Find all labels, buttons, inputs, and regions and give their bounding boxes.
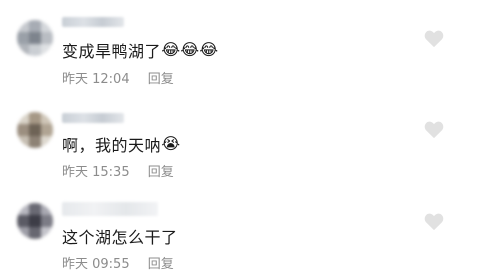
comment-text: 这个湖怎么干了 [62, 224, 178, 248]
comment-time: 昨天 09:55 [62, 257, 130, 272]
laughing-crying-emoji-icon: 😂 [199, 40, 219, 59]
heart-outline-icon[interactable] [423, 119, 445, 139]
comment-meta: 昨天 09:55 回复 [62, 253, 174, 272]
username-blurred[interactable] [62, 17, 124, 27]
reply-button[interactable]: 回复 [148, 72, 174, 87]
reply-button[interactable]: 回复 [148, 165, 174, 180]
comment-text: 变成旱鸭湖了 😂 😂 😂 [62, 38, 218, 62]
comment-meta: 昨天 12:04 回复 [62, 68, 174, 87]
comment-text: 啊，我的天呐 😭 [62, 132, 180, 156]
comment-text-content: 这个湖怎么干了 [62, 228, 178, 247]
comment-meta: 昨天 15:35 回复 [62, 161, 174, 180]
comment-time: 昨天 15:35 [62, 165, 130, 180]
comment-text-content: 变成旱鸭湖了 [62, 42, 162, 61]
comment-time: 昨天 12:04 [62, 72, 130, 87]
comment-text-content: 啊，我的天呐 [62, 136, 162, 155]
laughing-crying-emoji-icon: 😂 [180, 40, 200, 59]
reply-button[interactable]: 回复 [148, 257, 174, 272]
avatar[interactable] [17, 20, 53, 56]
heart-outline-icon[interactable] [423, 211, 445, 231]
avatar[interactable] [17, 203, 53, 239]
username-blurred[interactable] [62, 113, 124, 123]
avatar[interactable] [17, 112, 53, 148]
username-blurred[interactable] [62, 202, 158, 216]
crying-emoji-icon: 😭 [161, 134, 181, 153]
heart-outline-icon[interactable] [423, 28, 445, 48]
laughing-crying-emoji-icon: 😂 [161, 40, 181, 59]
